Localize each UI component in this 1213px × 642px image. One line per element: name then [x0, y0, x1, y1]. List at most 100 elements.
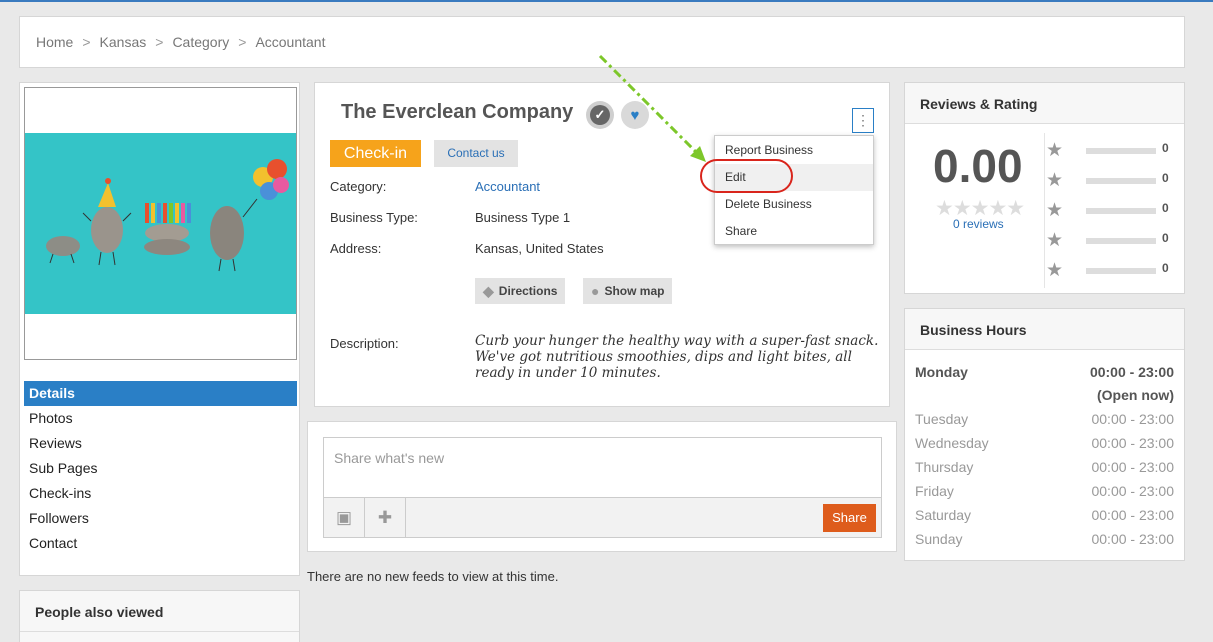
hours-time: 00:00 - 23:00	[1091, 459, 1174, 475]
rating-row-3: ★ 0	[1046, 199, 1176, 221]
left-sidebar: Details Photos Reviews Sub Pages Check-i…	[19, 82, 300, 576]
breadcrumb-separator: >	[82, 34, 91, 50]
hours-row: Saturday 00:00 - 23:00	[915, 507, 1174, 527]
directions-button[interactable]: ◆ Directions	[475, 278, 566, 304]
hours-time: 00:00 - 23:00	[1089, 364, 1174, 380]
business-hours-panel: Business Hours Monday 00:00 - 23:00 (Ope…	[904, 308, 1185, 561]
rating-bar	[1086, 238, 1156, 244]
rating-count: 0	[1162, 261, 1169, 275]
hours-time: 00:00 - 23:00	[1091, 411, 1174, 427]
star-icon: ★	[1046, 140, 1064, 161]
nav-item-followers[interactable]: Followers	[24, 506, 297, 531]
hours-day: Sunday	[915, 531, 963, 547]
description-label: Description:	[330, 336, 399, 351]
no-feeds-message: There are no new feeds to view at this t…	[307, 569, 559, 584]
share-button[interactable]: Share	[823, 504, 876, 532]
address-label: Address:	[330, 241, 382, 256]
business-hours-title: Business Hours	[905, 309, 1184, 350]
hours-row: Wednesday 00:00 - 23:00	[915, 435, 1174, 455]
rating-bar	[1086, 208, 1156, 214]
open-now-label: (Open now)	[1097, 387, 1174, 403]
reviews-title: Reviews & Rating	[905, 83, 1184, 124]
rating-count: 0	[1162, 141, 1169, 155]
tag-friend-icon[interactable]: ✚	[365, 498, 406, 537]
contact-us-button[interactable]: Contact us	[434, 140, 518, 167]
business-photo[interactable]	[24, 87, 297, 360]
rating-row-4: ★ 0	[1046, 169, 1176, 191]
rating-row-1: ★ 0	[1046, 259, 1176, 281]
breadcrumb-category[interactable]: Category	[172, 34, 229, 50]
average-score: 0.00	[933, 140, 1023, 192]
more-options-button[interactable]: ⋮	[852, 108, 874, 133]
rating-bar	[1086, 148, 1156, 154]
hours-day: Friday	[915, 483, 954, 499]
breadcrumb-separator: >	[155, 34, 164, 50]
hours-row: Friday 00:00 - 23:00	[915, 483, 1174, 503]
business-nav: Details Photos Reviews Sub Pages Check-i…	[24, 381, 297, 556]
annotation-arrow	[598, 54, 706, 162]
address-value: Kansas, United States	[475, 241, 604, 256]
hours-time: 00:00 - 23:00	[1091, 483, 1174, 499]
nav-item-check-ins[interactable]: Check-ins	[24, 481, 297, 506]
open-now-status: (Open now)	[915, 387, 1174, 407]
divider	[20, 631, 299, 632]
rating-bar	[1086, 178, 1156, 184]
rating-row-5: ★ 0	[1046, 139, 1176, 161]
hours-row: Thursday 00:00 - 23:00	[915, 459, 1174, 479]
star-icon: ★	[1046, 230, 1064, 251]
menu-item-share[interactable]: Share	[715, 218, 873, 245]
check-in-button[interactable]: Check-in	[330, 140, 421, 167]
business-type-label: Business Type:	[330, 210, 418, 225]
star-icon: ★	[1046, 200, 1064, 221]
breadcrumb-kansas[interactable]: Kansas	[100, 34, 147, 50]
breadcrumb-home[interactable]: Home	[36, 34, 73, 50]
business-description: Curb your hunger the healthy way with a …	[475, 333, 879, 381]
map-pin-icon: ●	[591, 283, 600, 299]
business-photo-image	[25, 133, 296, 314]
directions-label: Directions	[498, 284, 558, 298]
hours-day: Tuesday	[915, 411, 969, 427]
hours-time: 00:00 - 23:00	[1091, 531, 1174, 547]
share-toolbar: ▣ ✚ Share	[323, 498, 882, 538]
share-input[interactable]: Share what's new	[323, 437, 882, 498]
hours-row: Tuesday 00:00 - 23:00	[915, 411, 1174, 431]
nav-item-details[interactable]: Details	[24, 381, 297, 406]
nav-item-photos[interactable]: Photos	[24, 406, 297, 431]
hours-day: Monday	[915, 364, 968, 380]
star-icon: ★	[1046, 170, 1064, 191]
divider	[1044, 133, 1045, 288]
business-type-value: Business Type 1	[475, 210, 571, 225]
directions-icon: ◆	[483, 282, 494, 299]
show-map-label: Show map	[604, 284, 665, 298]
rating-count: 0	[1162, 171, 1169, 185]
nav-item-sub-pages[interactable]: Sub Pages	[24, 456, 297, 481]
review-count-link[interactable]: 0 reviews	[953, 217, 1004, 231]
rating-count: 0	[1162, 201, 1169, 215]
star-icon: ★	[1046, 260, 1064, 281]
rating-row-2: ★ 0	[1046, 229, 1176, 251]
menu-item-delete-business[interactable]: Delete Business	[715, 191, 873, 218]
top-accent-line	[0, 0, 1213, 2]
nav-item-contact[interactable]: Contact	[24, 531, 297, 556]
rating-count: 0	[1162, 231, 1169, 245]
people-also-viewed-title: People also viewed	[35, 604, 164, 620]
people-also-viewed-panel: People also viewed	[19, 590, 300, 642]
breadcrumb-accountant: Accountant	[255, 34, 326, 50]
category-link[interactable]: Accountant	[475, 179, 540, 194]
share-box: Share what's new ▣ ✚ Share	[307, 421, 897, 552]
nav-item-reviews[interactable]: Reviews	[24, 431, 297, 456]
breadcrumb-separator: >	[238, 34, 247, 50]
hours-row: Sunday 00:00 - 23:00	[915, 531, 1174, 551]
hours-time: 00:00 - 23:00	[1091, 507, 1174, 523]
hours-day: Thursday	[915, 459, 974, 475]
rating-bar	[1086, 268, 1156, 274]
hours-day: Saturday	[915, 507, 972, 523]
category-label: Category:	[330, 179, 387, 194]
hours-day: Wednesday	[915, 435, 989, 451]
hours-time: 00:00 - 23:00	[1091, 435, 1174, 451]
camera-icon[interactable]: ▣	[324, 498, 365, 537]
show-map-button[interactable]: ● Show map	[583, 278, 673, 304]
hours-row-today: Monday 00:00 - 23:00	[915, 364, 1174, 384]
reviews-panel: Reviews & Rating 0.00 ★ ★ ★ ★ ★ 0 reviews ★ …	[904, 82, 1185, 294]
business-name: The Everclean Company	[341, 101, 574, 123]
